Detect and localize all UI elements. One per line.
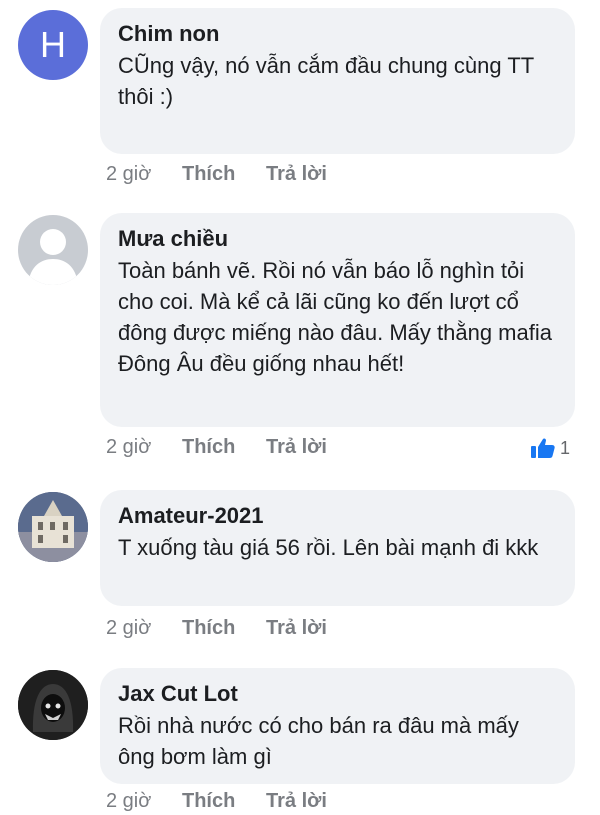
- avatar[interactable]: [18, 215, 88, 285]
- like-button[interactable]: Thích: [182, 617, 266, 640]
- comment-time[interactable]: 2 giờ: [106, 617, 182, 640]
- comment-actions: 2 giờ Thích Trả lời: [106, 433, 327, 461]
- comment-bubble: Mưa chiều Toàn bánh vẽ. Rồi nó vẫn báo l…: [100, 213, 575, 427]
- comment-text: Rồi nhà nước có cho bán ra đâu mà mấy ôn…: [118, 713, 519, 769]
- comment-time[interactable]: 2 giờ: [106, 436, 182, 459]
- avatar[interactable]: H: [18, 10, 88, 80]
- avatar[interactable]: [18, 670, 88, 740]
- thumbs-up-icon: [531, 438, 555, 458]
- comment-text: Toàn bánh vẽ. Rồi nó vẫn báo lỗ nghìn tỏ…: [118, 258, 552, 376]
- default-user-icon: [28, 229, 78, 285]
- reply-button[interactable]: Trả lời: [266, 617, 327, 640]
- user-photo-icon: [18, 492, 88, 562]
- avatar[interactable]: [18, 492, 88, 562]
- like-button[interactable]: Thích: [182, 163, 266, 186]
- like-button[interactable]: Thích: [182, 436, 266, 459]
- comment-author[interactable]: Chim non: [118, 20, 557, 48]
- comment-text: T xuống tàu giá 56 rồi. Lên bài mạnh đi …: [118, 535, 539, 560]
- avatar-letter: H: [40, 24, 66, 65]
- comment-author[interactable]: Amateur-2021: [118, 502, 557, 530]
- reply-button[interactable]: Trả lời: [266, 163, 327, 186]
- comment-actions: 2 giờ Thích Trả lời: [106, 614, 327, 642]
- comment-bubble: Amateur-2021 T xuống tàu giá 56 rồi. Lên…: [100, 490, 575, 606]
- reaction-count: 1: [560, 437, 571, 458]
- comment-time[interactable]: 2 giờ: [106, 790, 182, 813]
- hooded-figure-icon: [18, 670, 88, 740]
- like-button[interactable]: Thích: [182, 790, 266, 813]
- comment-text: CŨng vậy, nó vẫn cắm đầu chung cùng TT t…: [118, 53, 534, 109]
- reaction-summary[interactable]: 1: [530, 434, 570, 462]
- reply-button[interactable]: Trả lời: [266, 436, 327, 459]
- comment-actions: 2 giờ Thích Trả lời: [106, 787, 327, 815]
- comment-bubble: Jax Cut Lot Rồi nhà nước có cho bán ra đ…: [100, 668, 575, 784]
- comment-author[interactable]: Mưa chiều: [118, 225, 557, 253]
- comment-bubble: Chim non CŨng vậy, nó vẫn cắm đầu chung …: [100, 8, 575, 154]
- comment-time[interactable]: 2 giờ: [106, 163, 182, 186]
- comment-actions: 2 giờ Thích Trả lời: [106, 160, 327, 188]
- comment-author[interactable]: Jax Cut Lot: [118, 680, 557, 708]
- reply-button[interactable]: Trả lời: [266, 790, 327, 813]
